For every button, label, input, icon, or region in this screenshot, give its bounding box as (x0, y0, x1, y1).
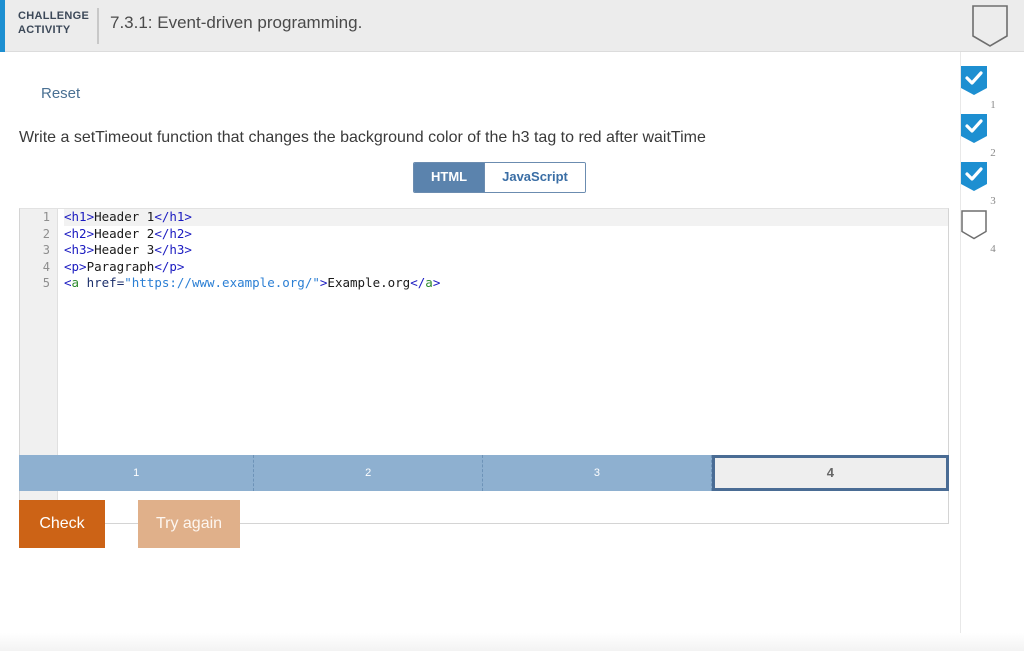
code-token: a (71, 275, 80, 291)
rail-step-3[interactable]: 3 (961, 162, 1024, 207)
rail-step-1[interactable]: 1 (961, 66, 1024, 111)
bookmark-check-icon (961, 114, 1024, 144)
code-token: "https://www.example.org/" (124, 275, 320, 291)
progress-steps: 1234 (19, 455, 949, 491)
code-token: <p> (64, 258, 87, 274)
header-accent-bar (0, 0, 5, 52)
code-token: </h1> (154, 209, 192, 224)
editor-code-area[interactable]: <h1>Header 1</h1> <h2>Header 2</h2> <h3>He… (59, 209, 948, 292)
code-language-tabs: HTML JavaScript (413, 162, 586, 193)
code-line[interactable]: <h1>Header 1</h1> (64, 209, 948, 226)
activity-kicker-line1: CHALLENGE (18, 10, 90, 22)
line-number: 2 (42, 226, 50, 241)
line-number: 4 (42, 259, 50, 274)
code-token: a (425, 275, 433, 291)
code-token: Header 2 (94, 225, 155, 241)
code-token: </ (410, 275, 426, 291)
activity-kicker-line2: ACTIVITY (18, 24, 71, 36)
line-number: 5 (42, 276, 50, 291)
reset-button[interactable]: Reset (41, 85, 80, 102)
code-token: <h1> (64, 209, 95, 224)
bookmark-check-icon (961, 66, 1024, 96)
try-again-button: Try again (138, 500, 240, 548)
code-token: <h3> (64, 242, 95, 258)
question-prompt: Write a setTimeout function that changes… (19, 129, 706, 146)
rail-step-label: 2 (990, 147, 996, 159)
rail-step-label: 4 (990, 243, 996, 255)
code-token: Paragraph (86, 258, 155, 274)
code-line[interactable]: <h3>Header 3</h3> (64, 242, 948, 259)
code-token: </p> (154, 258, 185, 274)
rail-step-4[interactable]: 4 (961, 210, 1024, 255)
code-token: Header 1 (94, 209, 155, 224)
code-token: </h3> (154, 242, 192, 258)
challenge-activity-page: CHALLENGE ACTIVITY 7.3.1: Event-driven p… (0, 0, 1024, 651)
activity-header: CHALLENGE ACTIVITY 7.3.1: Event-driven p… (0, 0, 1024, 52)
bookmark-outline-icon (961, 210, 1024, 240)
progress-step-4[interactable]: 4 (711, 455, 949, 491)
progress-rail: 1 2 3 4 (960, 52, 1024, 651)
code-line[interactable]: <h2>Header 2</h2> (64, 226, 948, 243)
bookmark-check-icon (961, 162, 1024, 192)
code-line[interactable]: <p>Paragraph</p> (64, 259, 948, 276)
rail-step-label: 3 (990, 195, 996, 207)
page-title: 7.3.1: Event-driven programming. (110, 13, 363, 32)
code-line[interactable]: <a href="https://www.example.org/">Examp… (64, 275, 948, 292)
tab-html[interactable]: HTML (414, 163, 485, 192)
code-token: > (432, 275, 441, 291)
tab-javascript[interactable]: JavaScript (484, 163, 585, 192)
code-token: < (64, 275, 72, 291)
rail-step-label: 1 (990, 99, 996, 111)
bookmark-outline-icon (972, 5, 1008, 47)
line-number: 1 (42, 210, 50, 224)
progress-step-2[interactable]: 2 (254, 455, 484, 491)
line-number: 3 (42, 243, 50, 258)
code-token: Header 3 (94, 242, 155, 258)
activity-kicker: CHALLENGE ACTIVITY (18, 9, 90, 37)
code-token: href= (79, 275, 125, 291)
activity-body: Reset Write a setTimeout function that c… (0, 52, 960, 651)
code-token: Example.org (327, 275, 411, 291)
code-token: <h2> (64, 225, 95, 241)
code-token: </h2> (154, 225, 192, 241)
progress-step-1[interactable]: 1 (19, 455, 255, 491)
rail-step-2[interactable]: 2 (961, 114, 1024, 159)
progress-step-3[interactable]: 3 (483, 455, 712, 491)
check-button[interactable]: Check (19, 500, 105, 548)
header-divider (97, 8, 99, 44)
bottom-fade (0, 633, 1024, 651)
